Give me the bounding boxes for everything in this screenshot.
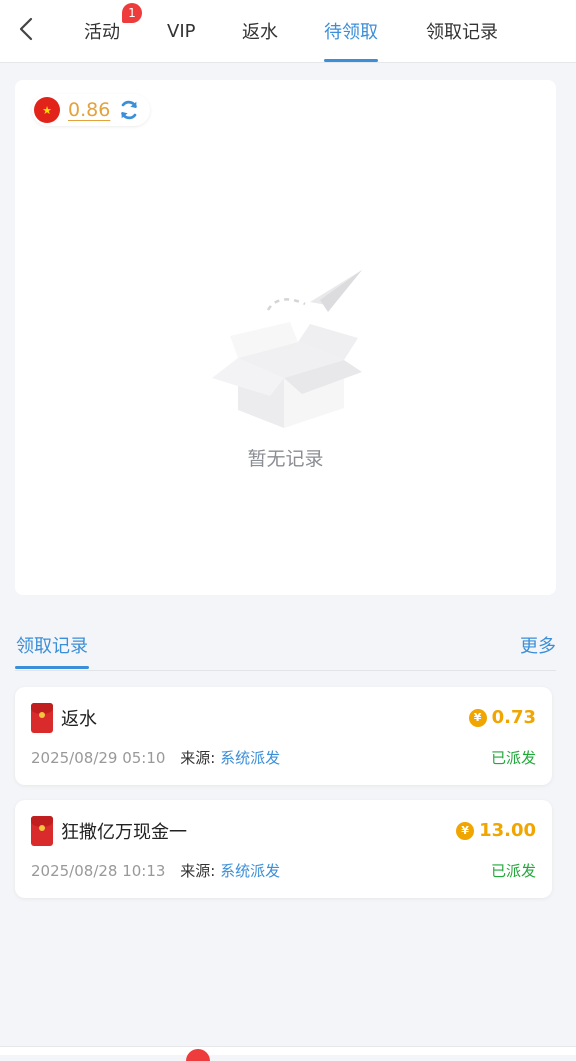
records-title-underline: [15, 666, 89, 669]
balance-pill: ★ 0.86: [32, 94, 151, 126]
tab-label: 待领取: [324, 22, 378, 43]
active-tab-indicator: [324, 59, 378, 62]
record-amount: ¥ 13.00: [456, 820, 536, 841]
red-envelope-icon: [31, 816, 53, 846]
record-amount-value: 0.73: [491, 707, 536, 728]
tab-pending[interactable]: 待领取: [324, 0, 378, 62]
tab-label: VIP: [167, 20, 196, 42]
china-flag-icon: ★: [34, 97, 60, 123]
record-name: 狂撒亿万现金一: [61, 822, 187, 843]
record-amount-value: 13.00: [479, 820, 536, 841]
record-card[interactable]: 狂撒亿万现金一 ¥ 13.00 2025/08/28 10:13 来源: 系统派…: [15, 800, 552, 898]
top-nav: 活动 1 VIP 返水 待领取 领取记录: [0, 0, 576, 63]
notification-badge: 1: [122, 3, 142, 23]
record-date: 2025/08/29 05:10: [31, 749, 166, 767]
record-name: 返水: [61, 709, 97, 730]
coin-icon: ¥: [468, 708, 487, 727]
tab-label: 活动: [84, 22, 120, 43]
tab-claim-history[interactable]: 领取记录: [426, 0, 498, 62]
empty-state-text: 暂无记录: [247, 448, 324, 470]
record-source: 系统派发: [220, 862, 281, 880]
record-amount: ¥ 0.73: [468, 707, 536, 728]
records-header: 领取记录 更多: [15, 620, 556, 671]
record-meta: 2025/08/28 10:13 来源: 系统派发: [31, 860, 280, 881]
tab-rebate[interactable]: 返水: [242, 0, 278, 62]
record-date: 2025/08/28 10:13: [31, 862, 166, 880]
records-title[interactable]: 领取记录: [16, 632, 88, 658]
back-button[interactable]: [14, 16, 38, 42]
record-source-label: 来源:: [180, 749, 216, 767]
more-link[interactable]: 更多: [520, 632, 556, 658]
red-envelope-icon: [31, 703, 53, 733]
balance-value[interactable]: 0.86: [68, 99, 110, 121]
tab-label: 领取记录: [426, 22, 498, 43]
record-source: 系统派发: [220, 749, 281, 767]
record-status: 已派发: [490, 749, 536, 767]
record-meta: 2025/08/29 05:10 来源: 系统派发: [31, 747, 280, 768]
tab-activity[interactable]: 活动 1: [84, 0, 142, 62]
tab-vip[interactable]: VIP: [167, 0, 195, 62]
tab-label: 返水: [242, 22, 278, 43]
empty-box-icon: [212, 270, 362, 428]
pending-card: ★ 0.86 暂无记录: [15, 80, 556, 595]
chevron-left-icon: [19, 17, 33, 41]
record-status: 已派发: [490, 862, 536, 880]
record-source-label: 来源:: [180, 862, 216, 880]
record-card[interactable]: 返水 ¥ 0.73 2025/08/29 05:10 来源: 系统派发 已派发: [15, 687, 552, 785]
refresh-icon[interactable]: [118, 99, 140, 121]
coin-icon: ¥: [456, 821, 475, 840]
